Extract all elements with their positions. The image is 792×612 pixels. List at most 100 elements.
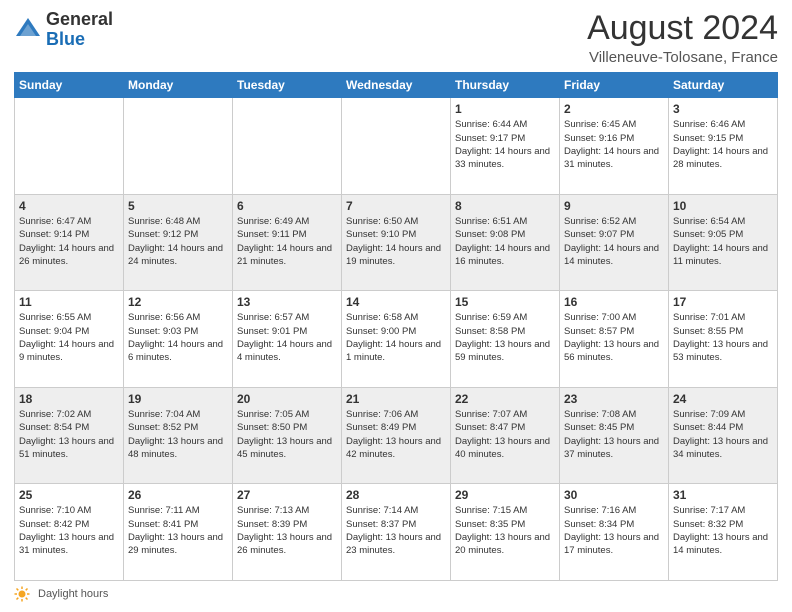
day-number: 4 (19, 199, 119, 213)
day-info: Sunrise: 6:56 AM Sunset: 9:03 PM Dayligh… (128, 311, 228, 364)
calendar-cell: 28 Sunrise: 7:14 AM Sunset: 8:37 PM Dayli… (342, 484, 451, 581)
day-info: Sunrise: 7:08 AM Sunset: 8:45 PM Dayligh… (564, 408, 664, 461)
day-info: Sunrise: 6:54 AM Sunset: 9:05 PM Dayligh… (673, 215, 773, 268)
calendar-cell (124, 98, 233, 195)
day-number: 7 (346, 199, 446, 213)
calendar-cell: 21 Sunrise: 7:06 AM Sunset: 8:49 PM Dayli… (342, 387, 451, 484)
day-number: 8 (455, 199, 555, 213)
day-number: 17 (673, 295, 773, 309)
day-info: Sunrise: 6:49 AM Sunset: 9:11 PM Dayligh… (237, 215, 337, 268)
day-info: Sunrise: 7:13 AM Sunset: 8:39 PM Dayligh… (237, 504, 337, 557)
calendar-cell: 17 Sunrise: 7:01 AM Sunset: 8:55 PM Dayli… (669, 291, 778, 388)
day-number: 16 (564, 295, 664, 309)
day-info: Sunrise: 7:10 AM Sunset: 8:42 PM Dayligh… (19, 504, 119, 557)
calendar-week-row: 1 Sunrise: 6:44 AM Sunset: 9:17 PM Daylig… (15, 98, 778, 195)
calendar-cell (15, 98, 124, 195)
day-number: 28 (346, 488, 446, 502)
day-number: 10 (673, 199, 773, 213)
day-number: 24 (673, 392, 773, 406)
day-info: Sunrise: 6:44 AM Sunset: 9:17 PM Dayligh… (455, 118, 555, 171)
sun-icon (14, 586, 30, 602)
calendar-weekday-header: Thursday (451, 73, 560, 98)
calendar-header-row: SundayMondayTuesdayWednesdayThursdayFrid… (15, 73, 778, 98)
calendar-cell: 19Sunrise: 7:04 AM Sunset: 8:52 PM Dayli… (124, 387, 233, 484)
calendar-weekday-header: Monday (124, 73, 233, 98)
calendar-cell: 25Sunrise: 7:10 AM Sunset: 8:42 PM Dayli… (15, 484, 124, 581)
calendar-week-row: 25Sunrise: 7:10 AM Sunset: 8:42 PM Dayli… (15, 484, 778, 581)
day-info: Sunrise: 7:01 AM Sunset: 8:55 PM Dayligh… (673, 311, 773, 364)
day-info: Sunrise: 7:06 AM Sunset: 8:49 PM Dayligh… (346, 408, 446, 461)
day-info: Sunrise: 7:09 AM Sunset: 8:44 PM Dayligh… (673, 408, 773, 461)
day-info: Sunrise: 7:04 AM Sunset: 8:52 PM Dayligh… (128, 408, 228, 461)
day-number: 14 (346, 295, 446, 309)
page: General Blue August 2024 Villeneuve-Tolo… (0, 0, 792, 612)
calendar-cell: 2Sunrise: 6:45 AM Sunset: 9:16 PM Daylig… (560, 98, 669, 195)
calendar-cell: 22 Sunrise: 7:07 AM Sunset: 8:47 PM Dayli… (451, 387, 560, 484)
calendar-cell: 6 Sunrise: 6:49 AM Sunset: 9:11 PM Daylig… (233, 194, 342, 291)
day-info: Sunrise: 6:51 AM Sunset: 9:08 PM Dayligh… (455, 215, 555, 268)
day-number: 9 (564, 199, 664, 213)
logo-text: General Blue (46, 10, 113, 50)
calendar-cell (233, 98, 342, 195)
day-info: Sunrise: 6:57 AM Sunset: 9:01 PM Dayligh… (237, 311, 337, 364)
calendar-cell: 4Sunrise: 6:47 AM Sunset: 9:14 PM Daylig… (15, 194, 124, 291)
footer: Daylight hours (14, 586, 778, 602)
day-number: 18 (19, 392, 119, 406)
calendar-weekday-header: Saturday (669, 73, 778, 98)
header: General Blue August 2024 Villeneuve-Tolo… (14, 10, 778, 66)
calendar-weekday-header: Tuesday (233, 73, 342, 98)
calendar-cell: 5 Sunrise: 6:48 AM Sunset: 9:12 PM Daylig… (124, 194, 233, 291)
calendar-cell: 27Sunrise: 7:13 AM Sunset: 8:39 PM Dayli… (233, 484, 342, 581)
day-number: 6 (237, 199, 337, 213)
day-info: Sunrise: 6:52 AM Sunset: 9:07 PM Dayligh… (564, 215, 664, 268)
calendar-weekday-header: Sunday (15, 73, 124, 98)
logo: General Blue (14, 10, 113, 50)
calendar-cell (342, 98, 451, 195)
calendar-cell: 10 Sunrise: 6:54 AM Sunset: 9:05 PM Dayli… (669, 194, 778, 291)
day-number: 31 (673, 488, 773, 502)
calendar-cell: 1 Sunrise: 6:44 AM Sunset: 9:17 PM Daylig… (451, 98, 560, 195)
day-number: 22 (455, 392, 555, 406)
logo-icon (14, 16, 42, 44)
calendar-weekday-header: Friday (560, 73, 669, 98)
calendar-cell: 30Sunrise: 7:16 AM Sunset: 8:34 PM Dayli… (560, 484, 669, 581)
day-number: 13 (237, 295, 337, 309)
day-number: 12 (128, 295, 228, 309)
calendar-cell: 15Sunrise: 6:59 AM Sunset: 8:58 PM Dayli… (451, 291, 560, 388)
day-info: Sunrise: 7:00 AM Sunset: 8:57 PM Dayligh… (564, 311, 664, 364)
logo-blue: Blue (46, 29, 85, 49)
day-info: Sunrise: 7:02 AM Sunset: 8:54 PM Dayligh… (19, 408, 119, 461)
day-info: Sunrise: 7:07 AM Sunset: 8:47 PM Dayligh… (455, 408, 555, 461)
day-number: 30 (564, 488, 664, 502)
day-number: 3 (673, 102, 773, 116)
calendar-weekday-header: Wednesday (342, 73, 451, 98)
day-number: 23 (564, 392, 664, 406)
calendar-cell: 23 Sunrise: 7:08 AM Sunset: 8:45 PM Dayli… (560, 387, 669, 484)
calendar-cell: 12 Sunrise: 6:56 AM Sunset: 9:03 PM Dayli… (124, 291, 233, 388)
location: Villeneuve-Tolosane, France (587, 49, 778, 66)
calendar-cell: 20Sunrise: 7:05 AM Sunset: 8:50 PM Dayli… (233, 387, 342, 484)
day-info: Sunrise: 6:50 AM Sunset: 9:10 PM Dayligh… (346, 215, 446, 268)
calendar-cell: 8 Sunrise: 6:51 AM Sunset: 9:08 PM Daylig… (451, 194, 560, 291)
day-info: Sunrise: 6:55 AM Sunset: 9:04 PM Dayligh… (19, 311, 119, 364)
month-title: August 2024 (587, 10, 778, 47)
calendar-cell: 31 Sunrise: 7:17 AM Sunset: 8:32 PM Dayli… (669, 484, 778, 581)
day-info: Sunrise: 6:48 AM Sunset: 9:12 PM Dayligh… (128, 215, 228, 268)
day-info: Sunrise: 7:14 AM Sunset: 8:37 PM Dayligh… (346, 504, 446, 557)
calendar-cell: 7 Sunrise: 6:50 AM Sunset: 9:10 PM Daylig… (342, 194, 451, 291)
footer-daylight-label: Daylight hours (38, 588, 108, 600)
day-info: Sunrise: 7:15 AM Sunset: 8:35 PM Dayligh… (455, 504, 555, 557)
calendar-cell: 26Sunrise: 7:11 AM Sunset: 8:41 PM Dayli… (124, 484, 233, 581)
day-number: 5 (128, 199, 228, 213)
day-number: 21 (346, 392, 446, 406)
day-info: Sunrise: 6:46 AM Sunset: 9:15 PM Dayligh… (673, 118, 773, 171)
day-info: Sunrise: 6:45 AM Sunset: 9:16 PM Dayligh… (564, 118, 664, 171)
day-info: Sunrise: 7:17 AM Sunset: 8:32 PM Dayligh… (673, 504, 773, 557)
day-number: 11 (19, 295, 119, 309)
day-number: 1 (455, 102, 555, 116)
day-number: 26 (128, 488, 228, 502)
calendar-week-row: 4Sunrise: 6:47 AM Sunset: 9:14 PM Daylig… (15, 194, 778, 291)
day-info: Sunrise: 6:59 AM Sunset: 8:58 PM Dayligh… (455, 311, 555, 364)
calendar-cell: 29Sunrise: 7:15 AM Sunset: 8:35 PM Dayli… (451, 484, 560, 581)
calendar-cell: 11 Sunrise: 6:55 AM Sunset: 9:04 PM Dayli… (15, 291, 124, 388)
